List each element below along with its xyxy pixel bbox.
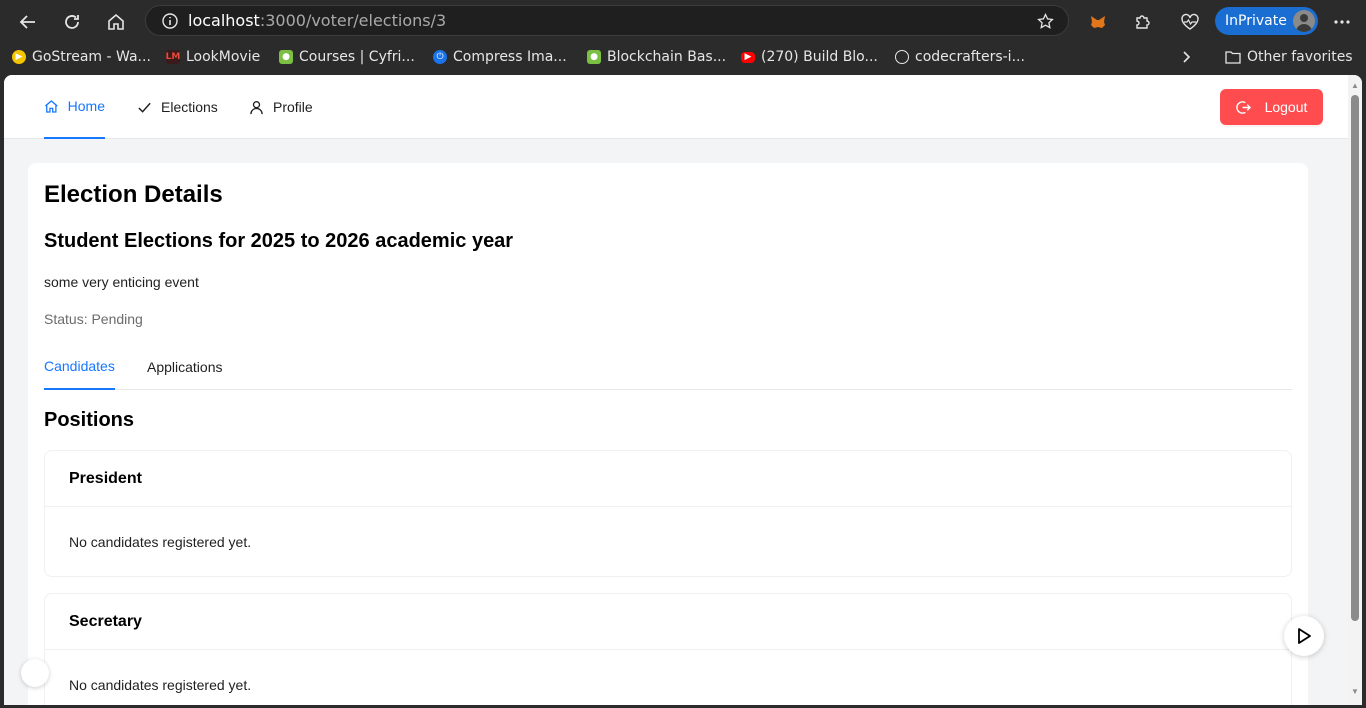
star-icon[interactable] — [1037, 13, 1054, 30]
nav-home-label: Home — [67, 98, 105, 114]
position-card: Secretary No candidates registered yet. — [44, 593, 1292, 705]
bookmark-github[interactable]: codecrafters-i... — [895, 47, 1025, 67]
play-button[interactable] — [1284, 616, 1324, 656]
extensions-puzzle-icon[interactable] — [1128, 8, 1156, 36]
back-icon[interactable] — [14, 8, 42, 36]
position-card: President No candidates registered yet. — [44, 450, 1292, 577]
browser-toolbar: localhost:3000/voter/elections/3 InPriva… — [0, 0, 1366, 75]
url-host: localhost — [188, 11, 260, 30]
positions-heading: Positions — [44, 409, 135, 431]
chevron-right-icon[interactable] — [1182, 47, 1192, 67]
tabs-bar: Candidates Applications — [44, 343, 1292, 390]
browser-essentials-heart-icon[interactable] — [1176, 8, 1204, 36]
logout-label: Logout — [1264, 99, 1308, 115]
github-icon — [895, 50, 909, 64]
nav-elections-label: Elections — [161, 99, 218, 115]
position-name: Secretary — [45, 594, 1291, 650]
empty-candidates-text: No candidates registered yet. — [69, 676, 252, 693]
scroll-thumb[interactable] — [1351, 95, 1359, 621]
bookmark-label: GoStream - Wa... — [32, 49, 151, 65]
scroll-down-icon[interactable]: ▼ — [1350, 687, 1360, 697]
page-viewport: Home Elections Profile Logout Election D… — [4, 75, 1362, 705]
refresh-icon[interactable] — [58, 8, 86, 36]
scroll-up-icon[interactable]: ▲ — [1350, 81, 1360, 91]
cyfrin-icon: ● — [587, 50, 601, 64]
bookmark-lookmovie[interactable]: LM LookMovie — [165, 47, 261, 67]
app-header: Home Elections Profile Logout — [4, 75, 1348, 139]
scrollbar[interactable]: ▲ ▼ — [1348, 75, 1362, 705]
bookmark-gostream[interactable]: ▶ GoStream - Wa... — [12, 47, 151, 67]
inprivate-label: InPrivate — [1225, 13, 1287, 29]
home-icon — [44, 99, 58, 113]
more-options-icon[interactable] — [1328, 8, 1356, 36]
tab-candidates[interactable]: Candidates — [44, 343, 115, 390]
nav-profile-label: Profile — [273, 99, 313, 115]
empty-candidates-text: No candidates registered yet. — [69, 533, 252, 550]
url-path: :3000/voter/elections/3 — [259, 11, 447, 30]
nav-profile[interactable]: Profile — [249, 75, 313, 139]
bookmarks-bar: ▶ GoStream - Wa... LM LookMovie ● Course… — [0, 42, 1366, 72]
election-name: Student Elections for 2025 to 2026 acade… — [44, 230, 514, 252]
profile-avatar — [1293, 10, 1315, 32]
address-bar[interactable]: localhost:3000/voter/elections/3 — [145, 5, 1069, 36]
metamask-extension-icon[interactable] — [1084, 8, 1112, 36]
election-status: Status: Pending — [44, 311, 143, 327]
info-icon[interactable] — [162, 12, 178, 29]
home-browser-icon[interactable] — [102, 8, 130, 36]
folder-icon — [1225, 51, 1241, 64]
youtube-icon: ▶ — [741, 51, 755, 63]
play-circle-icon: ▶ — [12, 50, 26, 64]
user-icon — [250, 100, 263, 114]
bookmark-label: (270) Build Blo... — [761, 49, 878, 65]
other-favorites-label: Other favorites — [1247, 49, 1353, 65]
url-text: localhost:3000/voter/elections/3 — [188, 11, 446, 30]
tab-applications[interactable]: Applications — [147, 343, 223, 390]
power-icon: ⏻ — [433, 50, 447, 64]
other-favorites[interactable]: Other favorites — [1225, 47, 1353, 67]
check-icon — [138, 102, 151, 113]
play-icon — [1298, 628, 1311, 644]
bookmark-label: codecrafters-i... — [915, 49, 1025, 65]
nav-elections[interactable]: Elections — [137, 75, 218, 139]
inprivate-button[interactable]: InPrivate — [1215, 7, 1318, 35]
bookmark-youtube[interactable]: ▶ (270) Build Blo... — [741, 47, 878, 67]
election-description: some very enticing event — [44, 274, 199, 290]
bookmark-courses[interactable]: ● Courses | Cyfri... — [279, 47, 415, 67]
bookmark-label: Blockchain Bas... — [607, 49, 727, 65]
bookmark-label: Courses | Cyfri... — [299, 49, 415, 65]
logout-button[interactable]: Logout — [1220, 89, 1323, 125]
bookmark-blockchain[interactable]: ● Blockchain Bas... — [587, 47, 726, 67]
page-title: Election Details — [44, 181, 223, 208]
cyfrin-icon: ● — [279, 50, 293, 64]
bookmark-label: Compress Ima... — [453, 49, 567, 65]
election-card: Election Details Student Elections for 2… — [28, 163, 1308, 705]
bookmark-compress[interactable]: ⏻ Compress Ima... — [433, 47, 567, 67]
position-name: President — [45, 451, 1291, 507]
lookmovie-icon: LM — [165, 50, 181, 64]
floating-circle-button[interactable] — [21, 659, 49, 687]
logout-icon — [1235, 100, 1251, 114]
nav-home[interactable]: Home — [44, 75, 105, 139]
bookmark-label: LookMovie — [186, 49, 261, 65]
